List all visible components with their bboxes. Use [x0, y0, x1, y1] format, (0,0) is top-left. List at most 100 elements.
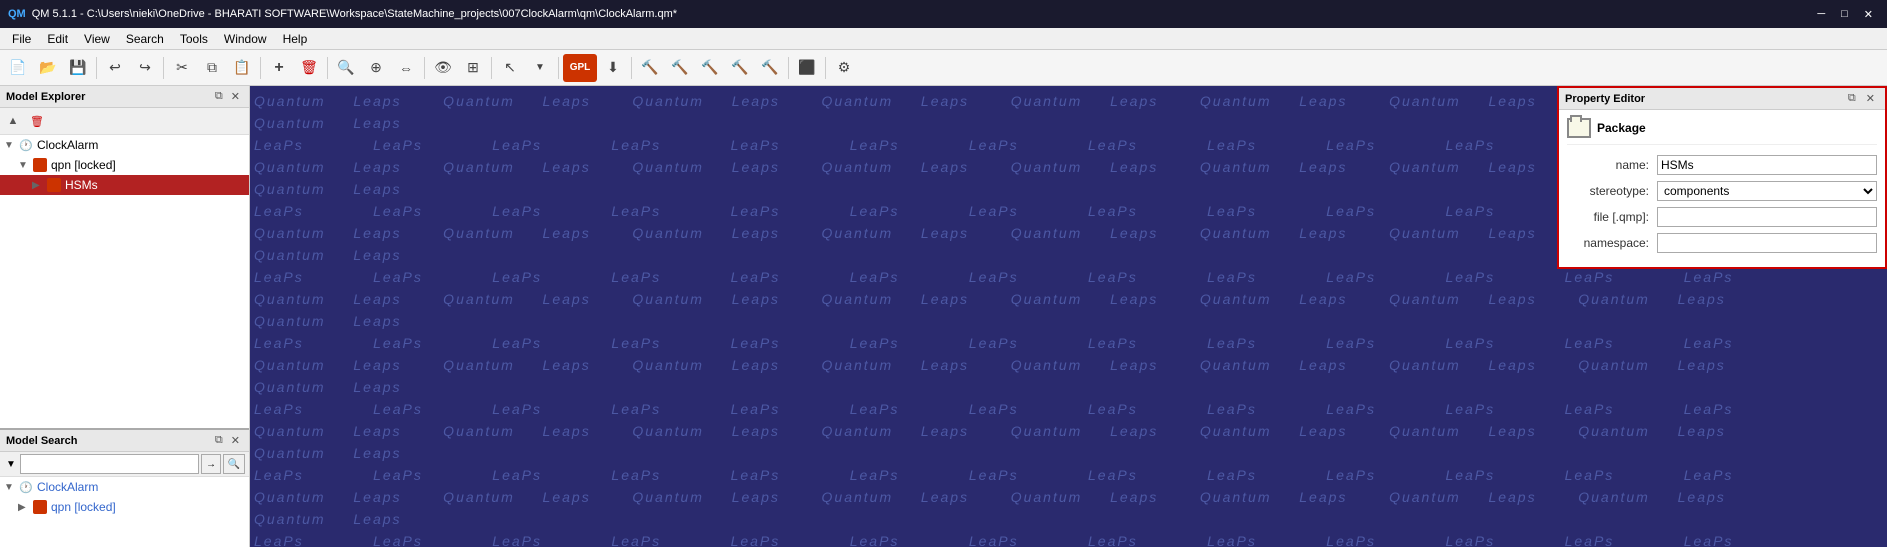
name-row: name: — [1567, 155, 1877, 175]
menu-view[interactable]: View — [76, 30, 118, 48]
redo-button[interactable]: ↪ — [131, 54, 159, 82]
search-button[interactable]: 🔍 — [332, 54, 360, 82]
select-dropdown[interactable]: ▼ — [526, 54, 554, 82]
copy-button[interactable]: ⧉ — [198, 54, 226, 82]
close-button[interactable]: ✕ — [1858, 6, 1879, 23]
search-go-button[interactable]: → — [201, 454, 221, 474]
explorer-toolbar: ▲ 🗑 — [0, 108, 249, 135]
tool1-button[interactable]: 🔨 — [636, 54, 664, 82]
search-float-button[interactable]: ⧉ — [212, 433, 226, 448]
remove-button[interactable]: 🗑 — [295, 54, 323, 82]
sep4 — [327, 57, 328, 79]
clockalarm-label: ClockAlarm — [37, 138, 98, 152]
gpl-button[interactable]: GPL — [563, 54, 597, 82]
model-search: Model Search ⧉ ✕ ▼ → 🔍 ▼ 🕐 ClockAlarm — [0, 428, 249, 547]
sep2 — [163, 57, 164, 79]
menu-tools[interactable]: Tools — [172, 30, 216, 48]
search-clear-button[interactable]: 🔍 — [223, 454, 245, 474]
tool2-button[interactable]: 🔨 — [666, 54, 694, 82]
explorer-close-button[interactable]: ✕ — [228, 89, 243, 104]
model-search-controls: ⧉ ✕ — [212, 433, 243, 448]
sep7 — [558, 57, 559, 79]
canvas-area[interactable]: Quantum Leaps Quantum Leaps Quantum Leap… — [250, 86, 1887, 547]
fit-button[interactable]: ⊕ — [362, 54, 390, 82]
menu-file[interactable]: File — [4, 30, 39, 48]
search-qpn-label: qpn [locked] — [51, 500, 116, 514]
sep5 — [424, 57, 425, 79]
title-bar-controls: ─ □ ✕ — [1811, 6, 1879, 23]
explorer-float-button[interactable]: ⧉ — [212, 89, 226, 104]
model-explorer-controls: ⧉ ✕ — [212, 89, 243, 104]
toolbar: 📄 📂 💾 ↩ ↪ ✂ ⧉ 📋 + 🗑 🔍 ⊕ ⇔ 👁 ⊞ ↖ ▼ GPL ⬇ … — [0, 50, 1887, 86]
app-icon: QM — [8, 8, 26, 20]
menu-help[interactable]: Help — [275, 30, 316, 48]
namespace-label: namespace: — [1567, 236, 1657, 250]
file-field[interactable] — [1657, 207, 1877, 227]
menu-search[interactable]: Search — [118, 30, 172, 48]
expand-qpn[interactable]: ▼ — [18, 160, 32, 171]
minimize-button[interactable]: ─ — [1811, 6, 1831, 23]
sep3 — [260, 57, 261, 79]
sep9 — [788, 57, 789, 79]
clockalarm-icon: 🕐 — [18, 137, 34, 153]
menu-window[interactable]: Window — [216, 30, 275, 48]
search-dropdown-arrow[interactable]: ▼ — [4, 459, 18, 470]
left-panel: Model Explorer ⧉ ✕ ▲ 🗑 ▼ 🕐 ClockAlarm ▼ … — [0, 86, 250, 547]
search-tree: ▼ 🕐 ClockAlarm ▶ qpn [locked] — [0, 477, 249, 547]
add-button[interactable]: + — [265, 54, 293, 82]
stereotype-select[interactable]: components interface type — [1657, 181, 1877, 201]
tool4-button[interactable]: 🔨 — [726, 54, 754, 82]
eye-button[interactable]: 👁 — [429, 54, 457, 82]
expand-clockalarm[interactable]: ▼ — [4, 140, 18, 151]
menu-edit[interactable]: Edit — [39, 30, 76, 48]
search-expand-clockalarm[interactable]: ▼ — [4, 482, 18, 493]
expand-hsms[interactable]: ▶ — [32, 180, 46, 191]
search-input[interactable] — [20, 454, 199, 474]
model-explorer: ▲ 🗑 ▼ 🕐 ClockAlarm ▼ qpn [locked] ▶ HSMs — [0, 108, 249, 428]
explorer-delete-button[interactable]: 🗑 — [26, 110, 48, 132]
tree-item-clockalarm[interactable]: ▼ 🕐 ClockAlarm — [0, 135, 249, 155]
open-button[interactable]: 📂 — [34, 54, 62, 82]
search-tree-item-qpn[interactable]: ▶ qpn [locked] — [0, 497, 249, 517]
model-explorer-header: Model Explorer ⧉ ✕ — [0, 86, 249, 108]
tree-item-hsms[interactable]: ▶ HSMs — [0, 175, 249, 195]
property-float-button[interactable]: ⧉ — [1844, 91, 1860, 106]
name-label: name: — [1567, 158, 1657, 172]
hsms-label: HSMs — [65, 178, 98, 192]
export-button[interactable]: ⬇ — [599, 54, 627, 82]
new-button[interactable]: 📄 — [4, 54, 32, 82]
stop-button[interactable]: ⬛ — [793, 54, 821, 82]
property-editor-controls: ⧉ ✕ — [1844, 91, 1879, 106]
name-field[interactable] — [1657, 155, 1877, 175]
main-layout: Model Explorer ⧉ ✕ ▲ 🗑 ▼ 🕐 ClockAlarm ▼ … — [0, 86, 1887, 547]
menu-bar: File Edit View Search Tools Window Help — [0, 28, 1887, 50]
property-close-button[interactable]: ✕ — [1862, 91, 1879, 106]
cut-button[interactable]: ✂ — [168, 54, 196, 82]
paste-button[interactable]: 📋 — [228, 54, 256, 82]
property-content: Package name: stereotype: components int… — [1559, 110, 1885, 267]
namespace-field[interactable] — [1657, 233, 1877, 253]
qpn-label: qpn [locked] — [51, 158, 116, 172]
hsms-icon — [46, 177, 62, 193]
window-title: QM 5.1.1 - C:\Users\nieki\OneDrive - BHA… — [32, 8, 677, 20]
property-editor-header: Property Editor ⧉ ✕ — [1559, 88, 1885, 110]
grid-button[interactable]: ⊞ — [459, 54, 487, 82]
title-bar: QM QM 5.1.1 - C:\Users\nieki\OneDrive - … — [0, 0, 1887, 28]
tool3-button[interactable]: 🔨 — [696, 54, 724, 82]
explorer-up-button[interactable]: ▲ — [2, 110, 24, 132]
select-button[interactable]: ↖ — [496, 54, 524, 82]
undo-button[interactable]: ↩ — [101, 54, 129, 82]
save-button[interactable]: 💾 — [64, 54, 92, 82]
search-close-button[interactable]: ✕ — [228, 433, 243, 448]
file-row: file [.qmp]: — [1567, 207, 1877, 227]
settings-button[interactable]: ⚙ — [830, 54, 858, 82]
tool5-button[interactable]: 🔨 — [756, 54, 784, 82]
sep8 — [631, 57, 632, 79]
sep1 — [96, 57, 97, 79]
search-expand-qpn[interactable]: ▶ — [18, 502, 32, 513]
search-tree-item-clockalarm[interactable]: ▼ 🕐 ClockAlarm — [0, 477, 249, 497]
search-input-row: ▼ → 🔍 — [0, 452, 249, 477]
tree-item-qpn[interactable]: ▼ qpn [locked] — [0, 155, 249, 175]
zoom-button[interactable]: ⇔ — [392, 54, 420, 82]
maximize-button[interactable]: □ — [1835, 6, 1854, 23]
